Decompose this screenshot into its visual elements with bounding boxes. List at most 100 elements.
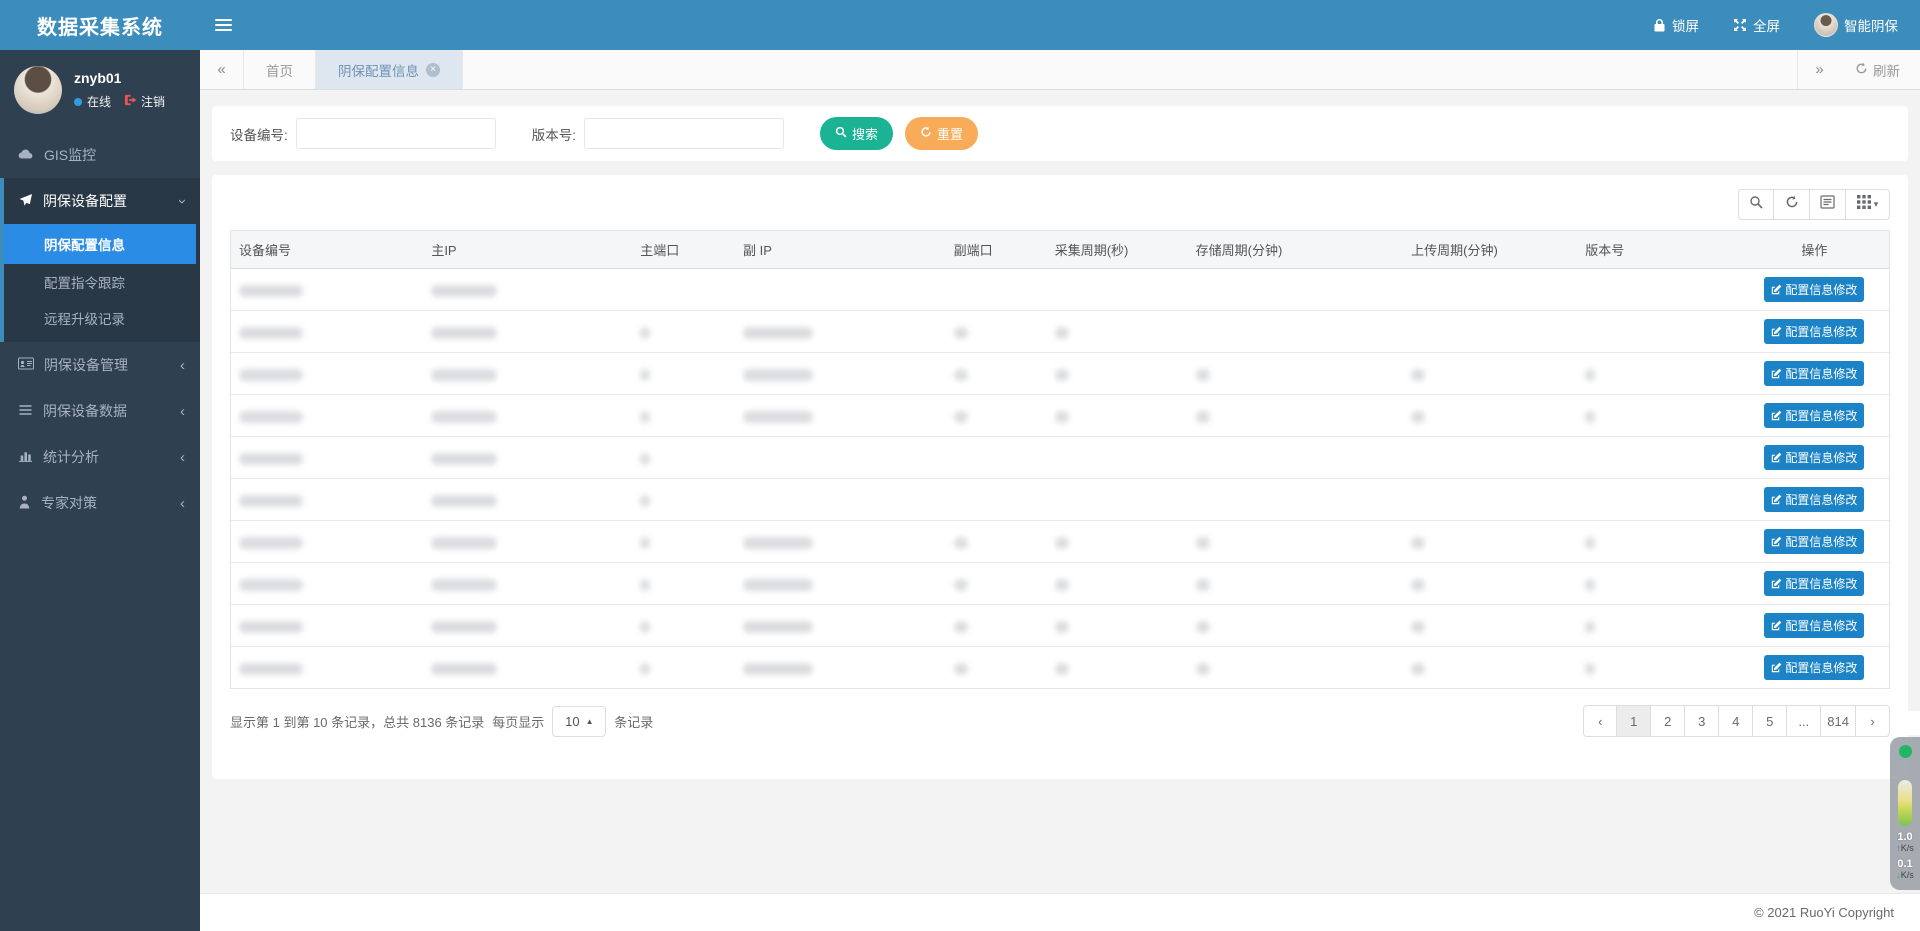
table-cell (1047, 353, 1188, 395)
device-number-input[interactable] (296, 118, 496, 149)
reset-icon (920, 126, 932, 141)
page-button[interactable]: 2 (1651, 705, 1685, 737)
id-card-icon (18, 357, 34, 373)
page-button[interactable]: 1 (1617, 705, 1651, 737)
search-button[interactable]: 搜索 (820, 117, 893, 150)
logout-button[interactable]: 注销 (124, 93, 165, 110)
net-speed-widget[interactable]: 1.0 ↑K/s 0.1 ↓K/s (1890, 737, 1920, 890)
table-cell (735, 521, 946, 563)
sidebar-subitem-config-info[interactable]: 阴保配置信息 (4, 224, 196, 264)
tabs-scroll-right-button[interactable]: » (1797, 50, 1841, 89)
prev-page-button[interactable]: ‹ (1583, 705, 1617, 737)
sidebar-item-statistics[interactable]: 统计分析 ‹ (0, 434, 200, 480)
sidebar-item-device-config[interactable]: 阴保设备配置 › (4, 178, 200, 224)
page-button[interactable]: ... (1787, 705, 1821, 737)
detail-view-button[interactable] (1810, 189, 1846, 220)
tabs-scroll-left-button[interactable]: « (200, 50, 244, 89)
edit-config-button[interactable]: 配置信息修改 (1764, 655, 1864, 680)
user-avatar-small (1814, 13, 1838, 37)
sidebar-item-device-manage[interactable]: 阴保设备管理 ‹ (0, 342, 200, 388)
edit-config-button[interactable]: 配置信息修改 (1764, 403, 1864, 428)
next-page-button[interactable]: › (1856, 705, 1890, 737)
edit-icon (1771, 536, 1782, 547)
lock-screen-button[interactable]: 锁屏 (1653, 15, 1699, 35)
edit-config-button[interactable]: 配置信息修改 (1764, 613, 1864, 638)
table-cell (231, 353, 423, 395)
redacted-value (743, 579, 813, 591)
columns-button[interactable]: ▾ (1846, 189, 1890, 220)
sidebar-toggle-button[interactable] (200, 0, 246, 50)
redacted-value (1055, 327, 1069, 339)
edit-config-button[interactable]: 配置信息修改 (1764, 571, 1864, 596)
redacted-value (640, 579, 650, 591)
redacted-value (954, 663, 968, 675)
redacted-value (1055, 621, 1069, 633)
tab-bar: « 首页 阴保配置信息 × » 刷新 (200, 50, 1920, 90)
net-widget-handle[interactable] (1894, 711, 1920, 735)
redacted-value (239, 369, 303, 381)
table-cell (231, 269, 423, 311)
close-tab-icon[interactable]: × (426, 63, 440, 77)
table-row: 配置信息修改 (231, 563, 1889, 605)
col-main-ip: 主IP (423, 231, 632, 269)
sidebar-item-gis-monitor[interactable]: GIS监控 (0, 132, 200, 178)
chevron-down-icon: ▾ (1874, 199, 1879, 210)
grid-icon (1857, 195, 1871, 214)
page-button[interactable]: 4 (1719, 705, 1753, 737)
sidebar-item-device-data[interactable]: 阴保设备数据 ‹ (0, 388, 200, 434)
edit-config-button[interactable]: 配置信息修改 (1764, 529, 1864, 554)
page-button[interactable]: 814 (1821, 705, 1856, 737)
redacted-value (743, 369, 813, 381)
edit-config-button[interactable]: 配置信息修改 (1764, 487, 1864, 512)
table-toolbar: ▾ (230, 189, 1890, 220)
redacted-value (954, 327, 968, 339)
table-cell (946, 563, 1047, 605)
table-cell (1047, 437, 1188, 479)
toggle-search-button[interactable] (1738, 189, 1774, 220)
tab-home[interactable]: 首页 (244, 50, 316, 89)
sidebar-item-expert-strategy[interactable]: 专家对策 ‹ (0, 480, 200, 526)
tab-config-info[interactable]: 阴保配置信息 × (316, 50, 463, 89)
table-cell (1188, 563, 1404, 605)
table-cell (1047, 479, 1188, 521)
per-page-label: 每页显示 (492, 712, 544, 731)
table-cell (1047, 395, 1188, 437)
table-cell-actions: 配置信息修改 (1740, 395, 1889, 437)
page-size-select[interactable]: 10 ▲ (552, 706, 606, 737)
reset-button[interactable]: 重置 (905, 117, 978, 150)
edit-config-button[interactable]: 配置信息修改 (1764, 277, 1864, 302)
table-cell (735, 395, 946, 437)
table-cell (946, 437, 1047, 479)
table-cell (632, 311, 735, 353)
user-avatar-large (14, 66, 62, 114)
edit-icon (1771, 662, 1782, 673)
detail-view-icon (1820, 195, 1835, 214)
username: znyb01 (74, 70, 165, 86)
redacted-value (239, 411, 303, 423)
table-cell (1403, 437, 1577, 479)
refresh-table-button[interactable] (1774, 189, 1810, 220)
redacted-value (1585, 663, 1595, 675)
page-button[interactable]: 5 (1753, 705, 1787, 737)
version-input[interactable] (584, 118, 784, 149)
search-icon (1749, 195, 1763, 214)
table-cell (231, 437, 423, 479)
sidebar-subitem-command-trace[interactable]: 配置指令跟踪 (4, 264, 200, 300)
page-button[interactable]: 3 (1685, 705, 1719, 737)
refresh-tab-button[interactable]: 刷新 (1841, 50, 1920, 89)
table-cell (1047, 269, 1188, 311)
edit-config-button[interactable]: 配置信息修改 (1764, 361, 1864, 386)
sidebar-subitem-remote-upgrade[interactable]: 远程升级记录 (4, 300, 200, 336)
col-collect-cycle: 采集周期(秒) (1047, 231, 1188, 269)
edit-config-button[interactable]: 配置信息修改 (1764, 445, 1864, 470)
user-menu[interactable]: 智能阴保 (1814, 13, 1898, 37)
fullscreen-button[interactable]: 全屏 (1733, 15, 1780, 35)
redacted-value (1411, 621, 1425, 633)
table-cell-actions: 配置信息修改 (1740, 521, 1889, 563)
user-icon (18, 495, 31, 512)
table-cell-actions: 配置信息修改 (1740, 437, 1889, 479)
edit-config-button[interactable]: 配置信息修改 (1764, 319, 1864, 344)
table-cell (1188, 521, 1404, 563)
redacted-value (743, 537, 813, 549)
table-cell (632, 605, 735, 647)
